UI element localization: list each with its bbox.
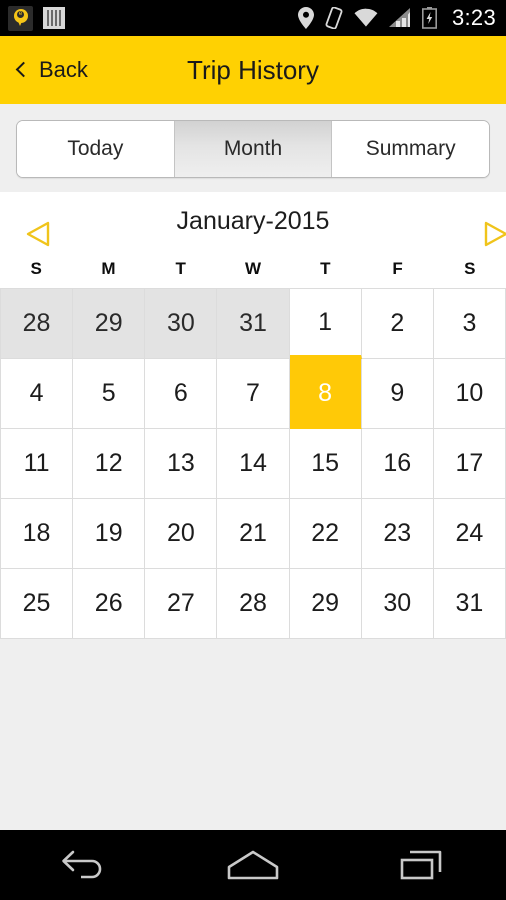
tab-bar-container: Today Month Summary <box>0 104 506 192</box>
calendar-week-row: 28 29 30 31 1 2 3 <box>1 289 506 359</box>
segmented-control: Today Month Summary <box>16 120 490 178</box>
calendar-day[interactable]: 13 <box>145 429 218 499</box>
calendar-day[interactable]: 22 <box>289 499 362 569</box>
calendar-day[interactable]: 19 <box>73 499 146 569</box>
calendar-day[interactable]: 15 <box>289 429 362 499</box>
calendar-day[interactable]: 24 <box>433 499 506 569</box>
chevron-left-icon <box>15 61 32 78</box>
calendar-day[interactable]: 30 <box>145 289 218 359</box>
tab-summary[interactable]: Summary <box>332 121 489 177</box>
calendar-day[interactable]: 9 <box>361 359 434 429</box>
weekday-sun: S <box>30 259 42 278</box>
tab-month[interactable]: Month <box>174 121 333 177</box>
weekday-fri: F <box>392 259 403 278</box>
calendar-day[interactable]: 18 <box>1 499 74 569</box>
calendar-day[interactable]: 27 <box>145 569 218 639</box>
calendar-day[interactable]: 4 <box>1 359 74 429</box>
calendar-day[interactable]: 31 <box>433 569 506 639</box>
calendar-day[interactable]: 26 <box>73 569 146 639</box>
calendar-grid: 28 29 30 31 1 2 3 4 5 6 7 8 9 10 11 12 13 14 15 16 17 18 19 20 2… <box>0 288 506 639</box>
location-pin-icon <box>297 7 314 29</box>
barcode-icon <box>43 7 65 29</box>
signal-icon <box>388 8 411 28</box>
weekday-wed: W <box>244 259 262 278</box>
calendar-day[interactable]: 20 <box>145 499 218 569</box>
wifi-icon <box>354 8 378 28</box>
calendar-day[interactable]: 28 <box>217 569 290 639</box>
calendar-day[interactable]: 23 <box>361 499 434 569</box>
app-header: Back Trip History <box>0 36 506 104</box>
current-month-label: January-2015 <box>176 206 330 235</box>
calendar-day[interactable]: 31 <box>217 289 290 359</box>
home-nav-icon[interactable] <box>198 835 308 895</box>
ezpass-app-icon: e <box>8 5 33 31</box>
calendar-day[interactable]: 7 <box>217 359 290 429</box>
weekday-tue: T <box>175 259 186 278</box>
calendar-day[interactable]: 12 <box>73 429 146 499</box>
weekday-mon: M <box>101 259 116 278</box>
calendar-day[interactable]: 29 <box>289 569 362 639</box>
calendar-day[interactable]: 30 <box>361 569 434 639</box>
status-bar-right-icons: 3:23 <box>297 5 496 31</box>
calendar-day[interactable]: 11 <box>1 429 74 499</box>
calendar-day[interactable]: 14 <box>217 429 290 499</box>
calendar-week-row: 25 26 27 28 29 30 31 <box>1 569 506 639</box>
system-navigation-bar <box>0 830 506 900</box>
status-bar-left-icons: e <box>8 5 65 31</box>
tab-today[interactable]: Today <box>17 121 175 177</box>
status-bar-clock: 3:23 <box>451 5 496 30</box>
calendar-day[interactable]: 1 <box>289 289 362 359</box>
back-nav-icon[interactable] <box>29 835 139 895</box>
weekday-sat: S <box>464 259 476 278</box>
calendar-day[interactable]: 17 <box>433 429 506 499</box>
calendar-day[interactable]: 25 <box>1 569 74 639</box>
calendar-day[interactable]: 21 <box>217 499 290 569</box>
calendar-day[interactable]: 16 <box>361 429 434 499</box>
calendar-week-row: 4 5 6 7 8 9 10 <box>1 359 506 429</box>
weekday-header: S M T W T F S <box>0 250 506 288</box>
app-root: e 3:23 Back Trip History Today Month Sum… <box>0 0 506 900</box>
calendar-week-row: 18 19 20 21 22 23 24 <box>1 499 506 569</box>
back-button[interactable]: Back <box>15 57 88 83</box>
calendar-week-row: 11 12 13 14 15 16 17 <box>1 429 506 499</box>
calendar-day[interactable]: 10 <box>433 359 506 429</box>
back-button-label: Back <box>39 57 88 82</box>
calendar-day[interactable]: 6 <box>145 359 218 429</box>
weekday-thu: T <box>320 259 331 278</box>
calendar-day[interactable]: 28 <box>1 289 74 359</box>
month-navigation: January-2015 <box>0 192 506 250</box>
calendar-day[interactable]: 3 <box>433 289 506 359</box>
battery-charging-icon <box>421 7 437 29</box>
recents-nav-icon[interactable] <box>367 835 477 895</box>
calendar-day[interactable]: 5 <box>73 359 146 429</box>
calendar-day[interactable]: 29 <box>73 289 146 359</box>
calendar-day-selected[interactable]: 8 <box>289 359 362 429</box>
status-bar: e 3:23 <box>0 0 506 36</box>
vibrate-icon <box>325 7 343 29</box>
calendar-day[interactable]: 2 <box>361 289 434 359</box>
